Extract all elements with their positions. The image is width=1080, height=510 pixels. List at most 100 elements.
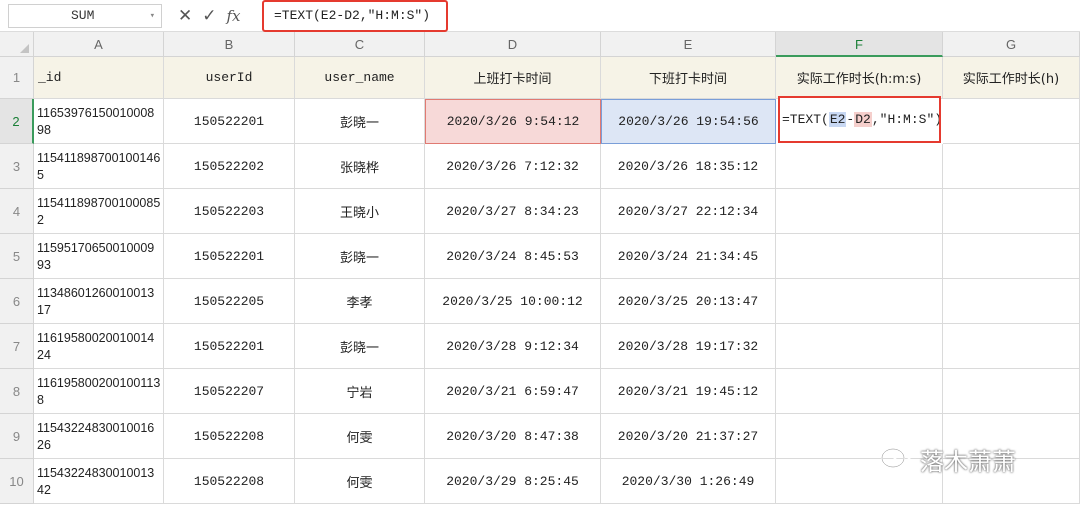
header-cell-c[interactable]: user_name bbox=[295, 57, 425, 99]
cell-b8[interactable]: 150522207 bbox=[164, 369, 295, 414]
cell-d9[interactable]: 2020/3/20 8:47:38 bbox=[425, 414, 601, 459]
header-cell-f[interactable]: 实际工作时长(h:m:s) bbox=[776, 57, 943, 99]
row-header-3[interactable]: 3 bbox=[0, 144, 34, 189]
column-header-f[interactable]: F bbox=[776, 32, 943, 57]
column-header-c[interactable]: C bbox=[295, 32, 425, 57]
cell-b4[interactable]: 150522203 bbox=[164, 189, 295, 234]
close-icon[interactable]: ✕ bbox=[178, 4, 192, 28]
cell-g5[interactable] bbox=[943, 234, 1080, 279]
cell-g3[interactable] bbox=[943, 144, 1080, 189]
cell-c6[interactable]: 李孝 bbox=[295, 279, 425, 324]
cell-b7[interactable]: 150522201 bbox=[164, 324, 295, 369]
cell-d10[interactable]: 2020/3/29 8:25:45 bbox=[425, 459, 601, 504]
cell-c5[interactable]: 彭晓一 bbox=[295, 234, 425, 279]
cell-a6[interactable]: 1134860126001001317 bbox=[34, 279, 164, 324]
cell-b3[interactable]: 150522202 bbox=[164, 144, 295, 189]
select-all-corner[interactable] bbox=[0, 32, 34, 57]
chevron-down-icon[interactable]: ▾ bbox=[150, 5, 155, 27]
header-cell-e[interactable]: 下班打卡时间 bbox=[601, 57, 776, 99]
formula-input[interactable]: =TEXT(E2-D2,"H:M:S") bbox=[262, 0, 448, 32]
row-header-7[interactable]: 7 bbox=[0, 324, 34, 369]
cell-a3[interactable]: 1154118987001001465 bbox=[34, 144, 164, 189]
header-cell-g[interactable]: 实际工作时长(h) bbox=[943, 57, 1080, 99]
cell-d7[interactable]: 2020/3/28 9:12:34 bbox=[425, 324, 601, 369]
column-header-a[interactable]: A bbox=[34, 32, 164, 57]
cell-f4[interactable] bbox=[776, 189, 943, 234]
cell-c8[interactable]: 宁岩 bbox=[295, 369, 425, 414]
function-icon[interactable]: fx bbox=[227, 4, 241, 28]
cell-a5[interactable]: 1159517065001000993 bbox=[34, 234, 164, 279]
formula-token-ref2: D2 bbox=[854, 112, 872, 127]
cell-e9[interactable]: 2020/3/20 21:37:27 bbox=[601, 414, 776, 459]
cell-g7[interactable] bbox=[943, 324, 1080, 369]
name-box[interactable]: SUM ▾ bbox=[8, 4, 162, 28]
cell-a7[interactable]: 1161958002001001424 bbox=[34, 324, 164, 369]
cell-e10[interactable]: 2020/3/30 1:26:49 bbox=[601, 459, 776, 504]
formula-token-minus: - bbox=[846, 112, 855, 127]
cell-f6[interactable] bbox=[776, 279, 943, 324]
cell-e3[interactable]: 2020/3/26 18:35:12 bbox=[601, 144, 776, 189]
wechat-icon bbox=[881, 447, 912, 471]
cell-c3[interactable]: 张晓桦 bbox=[295, 144, 425, 189]
formula-token-ref1: E2 bbox=[828, 112, 847, 127]
cell-c7[interactable]: 彭晓一 bbox=[295, 324, 425, 369]
column-header-row: ABCDEFG bbox=[0, 32, 1080, 57]
cell-b9[interactable]: 150522208 bbox=[164, 414, 295, 459]
cell-c10[interactable]: 何雯 bbox=[295, 459, 425, 504]
cell-a9[interactable]: 1154322483001001626 bbox=[34, 414, 164, 459]
row-header-8[interactable]: 8 bbox=[0, 369, 34, 414]
name-box-value: SUM bbox=[71, 8, 95, 23]
cell-e5[interactable]: 2020/3/24 21:34:45 bbox=[601, 234, 776, 279]
row-header-6[interactable]: 6 bbox=[0, 279, 34, 324]
row-header-9[interactable]: 9 bbox=[0, 414, 34, 459]
cell-a8[interactable]: 1161958002001001138 bbox=[34, 369, 164, 414]
column-header-e[interactable]: E bbox=[601, 32, 776, 57]
cell-b10[interactable]: 150522208 bbox=[164, 459, 295, 504]
column-header-d[interactable]: D bbox=[425, 32, 601, 57]
formula-token-prefix: =TEXT( bbox=[782, 112, 829, 127]
cell-b6[interactable]: 150522205 bbox=[164, 279, 295, 324]
cell-f8[interactable] bbox=[776, 369, 943, 414]
row-header-4[interactable]: 4 bbox=[0, 189, 34, 234]
cell-e2[interactable]: 2020/3/26 19:54:56 bbox=[601, 99, 776, 144]
cell-c9[interactable]: 何雯 bbox=[295, 414, 425, 459]
cell-b5[interactable]: 150522201 bbox=[164, 234, 295, 279]
formula-buttons: ✕ ✓ fx bbox=[178, 4, 241, 28]
cell-f7[interactable] bbox=[776, 324, 943, 369]
cell-a2[interactable]: 1165397615001000898 bbox=[34, 99, 164, 144]
cell-g4[interactable] bbox=[943, 189, 1080, 234]
row-header-2[interactable]: 2 bbox=[0, 99, 34, 144]
cell-d8[interactable]: 2020/3/21 6:59:47 bbox=[425, 369, 601, 414]
cell-b2[interactable]: 150522201 bbox=[164, 99, 295, 144]
cell-f5[interactable] bbox=[776, 234, 943, 279]
row-header-5[interactable]: 5 bbox=[0, 234, 34, 279]
cell-e7[interactable]: 2020/3/28 19:17:32 bbox=[601, 324, 776, 369]
cell-e6[interactable]: 2020/3/25 20:13:47 bbox=[601, 279, 776, 324]
formula-token-suffix: ,"H:M:S") bbox=[871, 112, 941, 127]
watermark: 落木萧萧 bbox=[880, 442, 1016, 477]
cell-d3[interactable]: 2020/3/26 7:12:32 bbox=[425, 144, 601, 189]
column-header-g[interactable]: G bbox=[943, 32, 1080, 57]
cell-f3[interactable] bbox=[776, 144, 943, 189]
cell-a4[interactable]: 1154118987001000852 bbox=[34, 189, 164, 234]
cell-g2[interactable] bbox=[943, 99, 1080, 144]
header-cell-b[interactable]: userId bbox=[164, 57, 295, 99]
cell-d6[interactable]: 2020/3/25 10:00:12 bbox=[425, 279, 601, 324]
cell-d4[interactable]: 2020/3/27 8:34:23 bbox=[425, 189, 601, 234]
row-header-10[interactable]: 10 bbox=[0, 459, 34, 504]
cell-g6[interactable] bbox=[943, 279, 1080, 324]
cell-c2[interactable]: 彭晓一 bbox=[295, 99, 425, 144]
cell-c4[interactable]: 王晓小 bbox=[295, 189, 425, 234]
header-cell-d[interactable]: 上班打卡时间 bbox=[425, 57, 601, 99]
cell-d5[interactable]: 2020/3/24 8:45:53 bbox=[425, 234, 601, 279]
cell-g8[interactable] bbox=[943, 369, 1080, 414]
check-icon[interactable]: ✓ bbox=[202, 4, 216, 28]
cell-a10[interactable]: 1154322483001001342 bbox=[34, 459, 164, 504]
header-cell-a[interactable]: _id bbox=[34, 57, 164, 99]
column-header-b[interactable]: B bbox=[164, 32, 295, 57]
editing-cell-f2[interactable]: =TEXT(E2- D2 ,"H:M:S") bbox=[778, 96, 941, 143]
row-header-1[interactable]: 1 bbox=[0, 57, 34, 99]
cell-e8[interactable]: 2020/3/21 19:45:12 bbox=[601, 369, 776, 414]
cell-d2[interactable]: 2020/3/26 9:54:12 bbox=[425, 99, 601, 144]
cell-e4[interactable]: 2020/3/27 22:12:34 bbox=[601, 189, 776, 234]
